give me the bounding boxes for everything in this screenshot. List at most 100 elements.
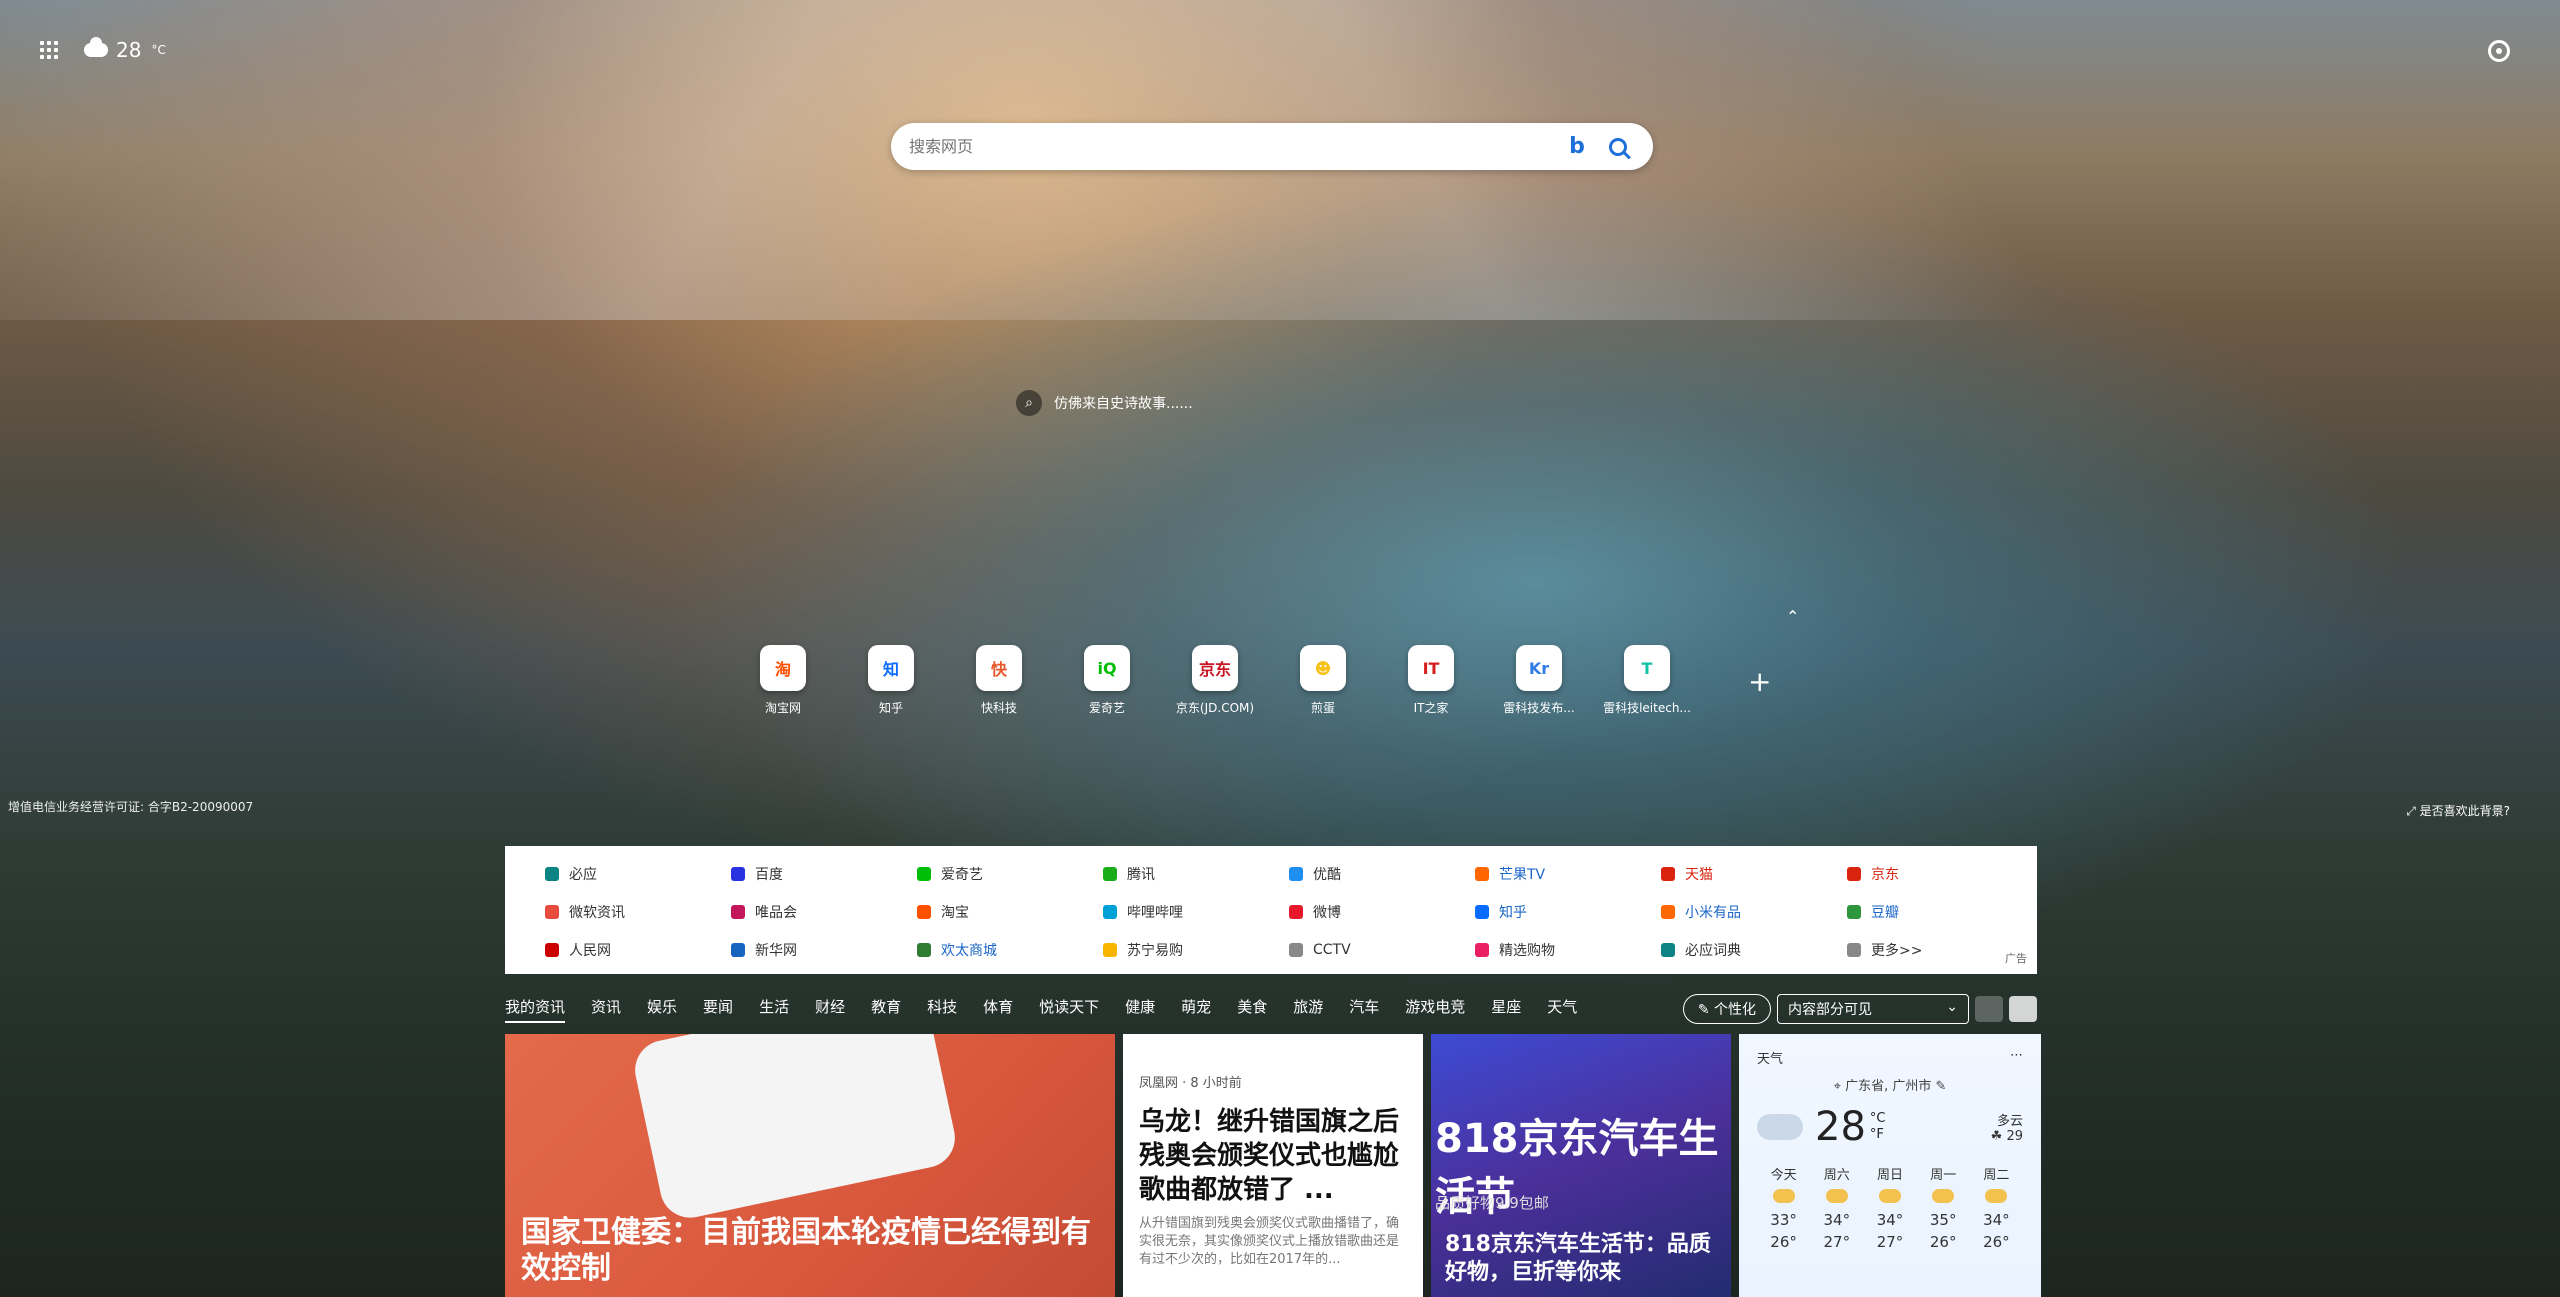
site-link[interactable]: 京东 [1847, 862, 2033, 886]
forecast-low: 27° [1876, 1233, 1904, 1251]
site-link[interactable]: 人民网 [545, 938, 731, 962]
bing-icon[interactable]: b [1567, 134, 1587, 159]
tab-item[interactable]: 资讯 [591, 996, 621, 1023]
quick-link-tile[interactable]: iQ 爱奇艺 [1084, 645, 1130, 716]
list-view-button[interactable] [2009, 996, 2037, 1022]
news-card-3[interactable]: 818京东汽车生活节 品质好物9.9包邮 818京东汽车生活节：品质好物，巨折等… [1431, 1034, 1731, 1297]
news-card-2[interactable]: 凤凰网 · 8 小时前 乌龙！继升错国旗之后残奥会颁奖仪式也尴尬 歌曲都放错了 … [1123, 1034, 1423, 1297]
tab-item[interactable]: 要闻 [703, 996, 733, 1023]
tab-item[interactable]: 天气 [1547, 996, 1577, 1023]
grid-view-button[interactable] [1975, 996, 2003, 1022]
news-card-1[interactable]: 国家卫健委：目前我国本轮疫情已经得到有效控制 [505, 1034, 1115, 1297]
weather-aqi-value: 29 [2006, 1129, 2023, 1144]
gear-icon[interactable] [2488, 40, 2510, 62]
unit-c[interactable]: °C [1870, 1111, 1886, 1126]
more-icon[interactable]: ⋯ [2010, 1048, 2023, 1067]
site-link[interactable]: 苏宁易购 [1103, 938, 1289, 962]
quick-link-label: 爱奇艺 [1088, 701, 1125, 715]
news-card-3-sub: 品质好物9.9包邮 [1435, 1194, 1549, 1212]
forecast-day[interactable]: 今天 33° 26° [1757, 1164, 1810, 1251]
site-link-icon [1661, 867, 1675, 881]
unit-f[interactable]: °F [1870, 1127, 1884, 1142]
site-link-label: 欢太商城 [941, 943, 997, 959]
weather-location[interactable]: ⌖ 广东省, 广州市 ✎ [1757, 1075, 2023, 1094]
tab-item[interactable]: 星座 [1491, 996, 1521, 1023]
site-link[interactable]: 爱奇艺 [917, 862, 1103, 886]
quick-link-tile[interactable]: 快快科技 [976, 645, 1022, 716]
sun-cloud-icon [1985, 1189, 2008, 1203]
site-link-icon [1103, 943, 1117, 957]
site-link[interactable]: 芒果TV [1475, 862, 1661, 886]
tab-item[interactable]: 旅游 [1293, 996, 1323, 1023]
news-card-1-title[interactable]: 国家卫健委：目前我国本轮疫情已经得到有效控制 [521, 1215, 1111, 1287]
tab-item[interactable]: 财经 [815, 996, 845, 1023]
site-link[interactable]: 优酷 [1289, 862, 1475, 886]
quick-link-tile[interactable]: Kr 雷科技发布... [1503, 645, 1575, 716]
site-link[interactable]: 小米有品 [1661, 900, 1847, 924]
site-link[interactable]: 唯品会 [731, 900, 917, 924]
tab-item[interactable]: 汽车 [1349, 996, 1379, 1023]
site-link[interactable]: 腾讯 [1103, 862, 1289, 886]
tab-item[interactable]: 悦读天下 [1039, 996, 1099, 1023]
site-link[interactable]: 豆瓣 [1847, 900, 2033, 924]
site-link-label: 小米有品 [1685, 905, 1741, 921]
tab-item[interactable]: 萌宠 [1181, 996, 1211, 1023]
visibility-select[interactable]: 内容部分可见 ⌄ [1777, 994, 1969, 1024]
site-link[interactable]: 精选购物 [1475, 938, 1661, 962]
weather-card-head: 天气 ⋯ [1757, 1048, 2023, 1067]
license-text[interactable]: 增值电信业务经营许可证: 合字B2-20090007 [8, 798, 253, 815]
tab-item[interactable]: 体育 [983, 996, 1013, 1023]
quick-link-tile[interactable]: ☻ 煎蛋 [1300, 645, 1346, 716]
site-link-label: 豆瓣 [1871, 905, 1899, 921]
quick-link-tile[interactable]: T 雷科技leitech... [1603, 645, 1691, 716]
search-icon[interactable] [1609, 137, 1627, 156]
add-tile-icon[interactable]: + [1748, 668, 1771, 696]
weather-card[interactable]: 天气 ⋯ ⌖ 广东省, 广州市 ✎ 28 °C °F 多云 ☘ 29 今天 33° 2… [1739, 1034, 2041, 1297]
apps-grid-icon[interactable] [40, 41, 58, 59]
site-link[interactable]: 天猫 [1661, 862, 1847, 886]
site-link-icon [1847, 867, 1861, 881]
quick-link-tile[interactable]: 知知乎 [868, 645, 914, 716]
search-input[interactable] [907, 136, 1567, 157]
site-link-label: 新华网 [755, 943, 797, 959]
site-link[interactable]: 微软资讯 [545, 900, 731, 924]
quick-link-tile[interactable]: 淘淘宝网 [760, 645, 806, 716]
tab-item[interactable]: 我的资讯 [505, 996, 566, 1023]
site-link[interactable]: 必应 [545, 862, 731, 886]
quick-link-label: 快科技 [980, 701, 1017, 715]
poem-widget[interactable]: ⌕ 仿佛来自史诗故事...... [1016, 390, 1193, 416]
tab-item[interactable]: 科技 [927, 996, 957, 1023]
personalize-button[interactable]: ✎ 个性化 [1682, 994, 1771, 1024]
news-card-3-title[interactable]: 818京东汽车生活节：品质好物，巨折等你来 [1445, 1231, 1721, 1287]
tab-item[interactable]: 生活 [759, 996, 789, 1023]
forecast-day[interactable]: 周六 34° 27° [1810, 1164, 1863, 1251]
site-link-icon [1661, 905, 1675, 919]
quick-link-tile[interactable]: 京东 京东(JD.COM) [1176, 645, 1254, 716]
forecast-day[interactable]: 周日 34° 27° [1863, 1164, 1916, 1251]
site-link[interactable]: CCTV [1289, 938, 1475, 962]
site-link[interactable]: 淘宝 [917, 900, 1103, 924]
news-card-2-title[interactable]: 乌龙！继升错国旗之后残奥会颁奖仪式也尴尬 歌曲都放错了 ... [1139, 1105, 1407, 1207]
site-link[interactable]: 微博 [1289, 900, 1475, 924]
top-weather[interactable]: 28 °C [84, 37, 166, 62]
site-link-icon [1289, 867, 1303, 881]
tab-item[interactable]: 教育 [871, 996, 901, 1023]
site-link[interactable]: 欢太商城 [917, 938, 1103, 962]
tab-item[interactable]: 健康 [1125, 996, 1155, 1023]
quick-link-tile[interactable]: IT IT之家 [1408, 645, 1454, 716]
tab-item[interactable]: 美食 [1237, 996, 1267, 1023]
forecast-day[interactable]: 周二 34° 26° [1970, 1164, 2023, 1251]
site-link[interactable]: 新华网 [731, 938, 917, 962]
chevron-up-icon[interactable]: ⌃ [1786, 607, 1799, 626]
weather-main: 28 °C °F 多云 ☘ 29 [1757, 1104, 2023, 1150]
site-link[interactable]: 哔哩哔哩 [1103, 900, 1289, 924]
tab-item[interactable]: 娱乐 [647, 996, 677, 1023]
like-background-link[interactable]: ⤢ 是否喜欢此背景? [2406, 802, 2510, 819]
forecast-day[interactable]: 周一 35° 26° [1917, 1164, 1970, 1251]
site-link[interactable]: 必应词典 [1661, 938, 1847, 962]
site-link-label: 爱奇艺 [941, 867, 983, 883]
site-link[interactable]: 知乎 [1475, 900, 1661, 924]
forecast-low: 27° [1823, 1233, 1851, 1251]
site-link[interactable]: 百度 [731, 862, 917, 886]
tab-item[interactable]: 游戏电竞 [1405, 996, 1465, 1023]
